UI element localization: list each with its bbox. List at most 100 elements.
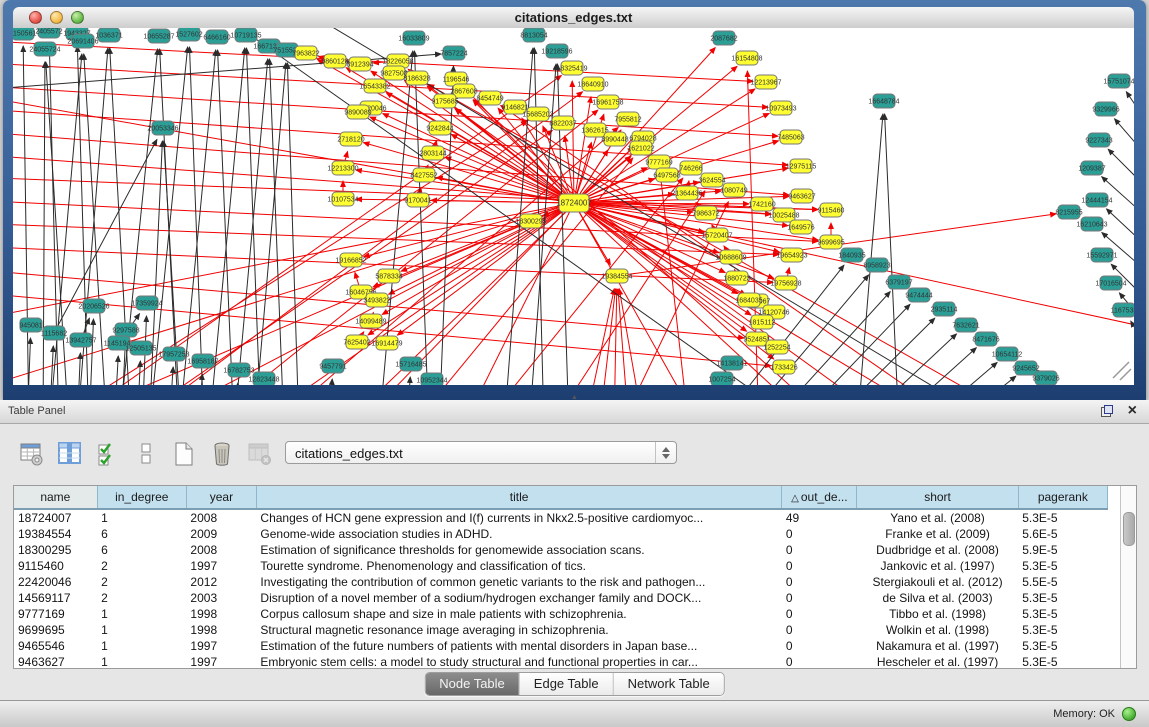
column-header-short[interactable]: short [857,486,1018,509]
graph-node-17359924[interactable]: 17359924 [131,296,162,310]
graph-node-16033809[interactable]: 16033809 [398,31,429,45]
graph-node-9242844[interactable]: 9242844 [426,121,453,135]
graph-node-12505135[interactable]: 12505135 [125,341,156,355]
graph-node-9474444[interactable]: 9474444 [905,288,932,302]
graph-node-9115460[interactable]: 9115460 [818,203,845,217]
graph-node-9860128[interactable]: 9860128 [321,54,348,68]
graph-node-18300295[interactable]: 18300295 [515,214,546,228]
graph-node-20206526[interactable]: 20206526 [78,299,109,313]
table-row[interactable]: 2242004622012Investigating the contribut… [14,574,1108,590]
graph-node-16154808[interactable]: 16154808 [731,51,762,65]
clear-selection-icon[interactable] [132,441,159,468]
graph-node-10688609[interactable]: 10688609 [715,250,746,264]
graph-node-9175685[interactable]: 9175685 [431,94,458,108]
graph-node-12213967[interactable]: 12213967 [750,75,781,89]
delete-icon[interactable] [208,441,235,468]
graph-node-20053346[interactable]: 20053346 [147,121,178,135]
table-row[interactable]: 1938455462009Genome-wide association stu… [14,526,1108,542]
graph-node-18640910[interactable]: 18640910 [577,77,608,91]
graph-node-10107534[interactable]: 10107534 [327,192,358,206]
graph-node-7955812[interactable]: 7955812 [614,112,641,126]
graph-node-7986372[interactable]: 7986372 [692,206,719,220]
graph-node-7963822[interactable]: 7963822 [292,46,319,60]
graph-node-1115682[interactable]: 1115682 [41,326,67,340]
graph-node-16782753[interactable]: 16782753 [223,363,254,377]
column-header-pagerank[interactable]: pagerank [1018,486,1107,509]
graph-node-16914479[interactable]: 16914479 [371,336,402,350]
graph-node-18325419[interactable]: 18325419 [556,61,587,75]
graph-node-9297588[interactable]: 9297588 [112,323,139,337]
graph-node-10719135[interactable]: 10719135 [230,28,261,42]
graph-node-6466160[interactable]: 6466160 [203,30,230,44]
graph-node-7625402[interactable]: 7625402 [343,335,370,349]
window-titlebar[interactable]: citations_edges.txt [13,7,1134,29]
table-row[interactable]: 977716911998Corpus callosum shape and si… [14,606,1108,622]
column-header-name[interactable]: name [14,486,97,509]
graph-node-10973493[interactable]: 10973493 [765,101,796,115]
graph-node-3493822[interactable]: 3493822 [363,293,390,307]
graph-node-13942757[interactable]: 13942757 [65,333,96,347]
graph-node-15685203[interactable]: 15685203 [522,107,553,121]
graph-node-12823448[interactable]: 12823448 [248,372,279,385]
column-header-out_de[interactable]: △out_de... [782,486,857,509]
graph-node-20691406[interactable]: 20691406 [67,34,98,48]
graph-node-1167533[interactable]: 1167533 [1111,303,1134,317]
graph-node-12975115[interactable]: 12975115 [786,159,817,173]
graph-node-9457791[interactable]: 9457791 [319,359,346,373]
graph-node-12444154[interactable]: 12444154 [1081,193,1112,207]
column-header-title[interactable]: title [256,486,781,509]
graph-node-2087682[interactable]: 2087682 [710,31,737,45]
graph-node-16543382[interactable]: 16543382 [359,79,390,93]
graph-node-1209387[interactable]: 1209387 [1078,161,1105,175]
table-scrollbar[interactable] [1120,486,1136,668]
column-header-year[interactable]: year [186,486,256,509]
table-settings-icon[interactable] [18,441,45,468]
graph-node-16958187[interactable]: 16958187 [187,354,218,368]
graph-node-1840935[interactable]: 1840935 [838,248,865,262]
graph-node-19384554[interactable]: 19384554 [601,269,632,283]
tab-edge-table[interactable]: Edge Table [520,673,614,695]
graph-node-10952344[interactable]: 10952344 [416,373,447,385]
graph-node-16210643[interactable]: 16210643 [1076,217,1107,231]
graph-node-15720407[interactable]: 15720407 [701,228,732,242]
network-canvas[interactable]: 1150561240557219433272405572420691406103… [13,28,1134,385]
graph-node-10654112[interactable]: 10654112 [992,347,1023,361]
graph-node-14138141[interactable]: 14138141 [716,356,747,370]
graph-node-24055724[interactable]: 24055724 [29,42,60,56]
graph-node-1252254[interactable]: 1252254 [763,340,790,354]
graph-node-8813054[interactable]: 8813054 [520,28,547,42]
graph-node-9463627[interactable]: 9463627 [788,189,815,203]
graph-node-8471676[interactable]: 8471676 [972,332,999,346]
table-row[interactable]: 969969511998Structural magnetic resonanc… [14,622,1108,638]
graph-node-3624554[interactable]: 3624554 [698,173,725,187]
graph-node-5878334[interactable]: 5878334 [375,269,402,283]
graph-node-9329966[interactable]: 9329966 [1092,102,1119,116]
graph-node-8215955[interactable]: 8215955 [1055,205,1082,219]
graph-node-1733426[interactable]: 1733426 [770,360,797,374]
graph-node-746266[interactable]: 746266 [679,161,702,175]
tab-node-table[interactable]: Node Table [425,673,520,695]
table-row[interactable]: 911546021997Tourette syndrome. Phenomeno… [14,558,1108,574]
table-row[interactable]: 1872400712008Changes of HCN gene express… [14,509,1108,526]
table-row[interactable]: 1830029562008Estimation of significance … [14,542,1108,558]
graph-node-19654923[interactable]: 19654923 [776,248,807,262]
graph-node-1742160[interactable]: 1742160 [748,197,775,211]
tab-network-table[interactable]: Network Table [614,673,724,695]
table-row[interactable]: 946554611997Estimation of the future num… [14,638,1108,654]
graph-node-9379026[interactable]: 9379026 [1032,371,1059,385]
graph-node-2405572[interactable]: 2405572 [35,28,62,38]
graph-node-7857224[interactable]: 7857224 [440,46,467,60]
graph-node-16961758[interactable]: 16961758 [592,95,623,109]
graph-node-8186328[interactable]: 8186328 [403,71,430,85]
table-row[interactable]: 946362711997Embryonic stem cells: a mode… [14,654,1108,669]
graph-node-1007254[interactable]: 1007254 [708,372,735,385]
graph-node-1527602[interactable]: 1527602 [175,28,202,41]
graph-node-17957253[interactable]: 17957253 [158,347,189,361]
new-document-icon[interactable] [170,441,197,468]
graph-node-7485063[interactable]: 7485063 [777,130,804,144]
graph-node-9699695[interactable]: 9699695 [817,235,844,249]
graph-node-19756928[interactable]: 19756928 [770,276,801,290]
graph-node-14099489[interactable]: 14099489 [355,314,386,328]
graph-node-1684035[interactable]: 1684035 [735,293,762,307]
graph-node-19218596[interactable]: 19218596 [541,44,572,58]
